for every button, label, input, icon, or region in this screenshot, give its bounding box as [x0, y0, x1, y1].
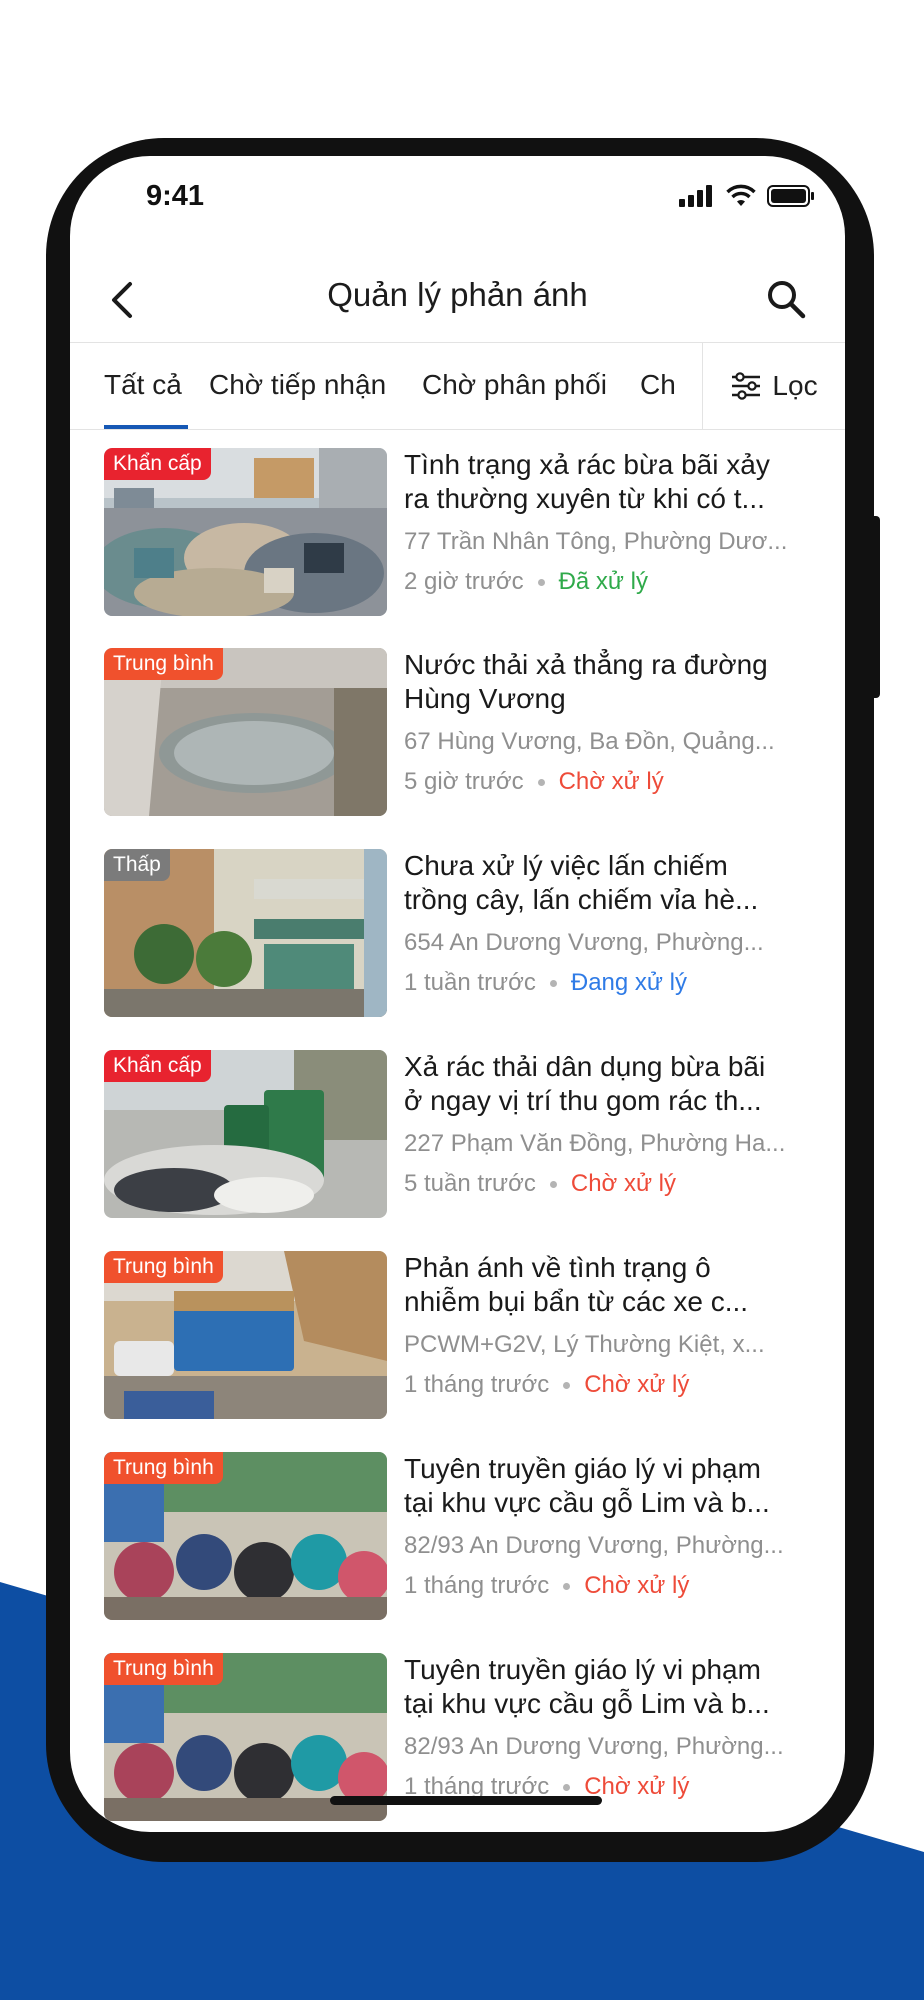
- status-label: Chờ xử lý: [584, 1572, 690, 1599]
- separator-dot: [563, 1583, 571, 1591]
- report-title-line: ở ngay vị trí thu gom rác th...: [404, 1085, 762, 1116]
- report-time: 1 tuần trước: [404, 969, 536, 996]
- report-title-line: Phản ánh về tình trạng ô: [404, 1252, 711, 1283]
- report-thumbnail: Trung bình: [104, 1452, 387, 1620]
- report-address: 77 Trần Nhân Tông, Phường Dươ...: [404, 528, 788, 555]
- tab-waiting-receipt[interactable]: Chờ tiếp nhận: [209, 343, 386, 429]
- report-address: 82/93 An Dương Vương, Phường...: [404, 1532, 784, 1559]
- priority-badge: Trung bình: [104, 648, 223, 680]
- report-thumbnail: Khẩn cấp: [104, 1050, 387, 1218]
- status-label: Đang xử lý: [570, 969, 687, 996]
- report-title: Tuyên truyền giáo lý vi phạm tại khu vực…: [404, 1452, 816, 1520]
- report-meta: 1 tháng trước Chờ xử lý: [404, 1572, 689, 1600]
- priority-badge: Khẩn cấp: [104, 1050, 211, 1082]
- separator-dot: [549, 980, 557, 988]
- battery-icon: [767, 185, 814, 207]
- separator-dot: [537, 779, 545, 787]
- filter-button[interactable]: Lọc: [702, 343, 845, 429]
- status-tabs: Tất cả Chờ tiếp nhận Chờ phân phối Ch Lọ…: [70, 342, 845, 430]
- report-title: Chưa xử lý việc lấn chiếm trồng cây, lấn…: [404, 849, 816, 917]
- report-meta: 5 tuần trước Chờ xử lý: [404, 1170, 676, 1198]
- tab-next[interactable]: Ch: [640, 343, 676, 429]
- page: 9:41 Quản lý phản ánh Tất cả Chờ tiếp nh…: [0, 0, 924, 2000]
- app-header: Quản lý phản ánh: [70, 256, 845, 342]
- report-title-line: Tuyên truyền giáo lý vi phạm: [404, 1654, 761, 1685]
- tab-all[interactable]: Tất cả: [104, 343, 182, 429]
- report-thumbnail: Trung bình: [104, 1251, 387, 1419]
- report-title-line: trồng cây, lấn chiếm vỉa hè...: [404, 884, 759, 915]
- report-thumbnail: Trung bình: [104, 648, 387, 816]
- report-item[interactable]: Trung bình Phản ánh về tình trạng ô nhiễ…: [104, 1251, 824, 1419]
- tab-active-indicator: [104, 425, 188, 429]
- signal-icon: [679, 185, 712, 207]
- report-title: Xả rác thải dân dụng bừa bãi ở ngay vị t…: [404, 1050, 816, 1118]
- report-meta: 2 giờ trước Đã xử lý: [404, 568, 648, 596]
- report-title: Nước thải xả thẳng ra đường Hùng Vương: [404, 648, 816, 716]
- status-time: 9:41: [146, 180, 205, 212]
- separator-dot: [549, 1181, 557, 1189]
- tab-waiting-dispatch[interactable]: Chờ phân phối: [422, 343, 607, 429]
- report-item[interactable]: Thấp Chưa xử lý việc lấn chiếm trồng cây…: [104, 849, 824, 1017]
- report-time: 5 giờ trước: [404, 768, 524, 795]
- report-title-line: tại khu vực cầu gỗ Lim và b...: [404, 1487, 770, 1518]
- report-thumbnail: Thấp: [104, 849, 387, 1017]
- report-title-line: nhiễm bụi bẩn từ các xe c...: [404, 1286, 749, 1317]
- report-item[interactable]: Khẩn cấp Xả rác thải dân dụng bừa bãi ở …: [104, 1050, 824, 1218]
- report-item[interactable]: Trung bình Nước thải xả thẳng ra đường H…: [104, 648, 824, 816]
- report-time: 2 giờ trước: [404, 568, 524, 595]
- report-address: 82/93 An Dương Vương, Phường...: [404, 1733, 784, 1760]
- priority-badge: Thấp: [104, 849, 170, 881]
- phone-side-button: [872, 516, 880, 698]
- report-title-line: ra thường xuyên từ khi có t...: [404, 483, 765, 514]
- status-label: Chờ xử lý: [558, 768, 664, 795]
- wifi-icon: [726, 184, 756, 206]
- status-label: Chờ xử lý: [570, 1170, 677, 1197]
- report-time: 5 tuần trước: [404, 1170, 536, 1197]
- priority-badge: Trung bình: [104, 1251, 223, 1283]
- report-title-line: Tình trạng xả rác bừa bãi xảy: [404, 449, 770, 480]
- status-label: Đã xử lý: [558, 568, 648, 595]
- separator-dot: [537, 579, 545, 587]
- report-address: 67 Hùng Vương, Ba Đồn, Quảng...: [404, 728, 775, 755]
- status-icons: [679, 184, 815, 208]
- priority-badge: Khẩn cấp: [104, 448, 211, 480]
- report-address: 654 An Dương Vương, Phường...: [404, 929, 764, 956]
- report-title-line: Chưa xử lý việc lấn chiếm: [404, 850, 728, 881]
- report-address: 227 Phạm Văn Đồng, Phường Ha...: [404, 1130, 786, 1157]
- separator-dot: [563, 1784, 571, 1792]
- report-address: PCWM+G2V, Lý Thường Kiệt, x...: [404, 1331, 765, 1358]
- report-title-line: tại khu vực cầu gỗ Lim và b...: [404, 1688, 770, 1719]
- home-indicator[interactable]: [330, 1796, 602, 1805]
- priority-badge: Trung bình: [104, 1653, 223, 1685]
- sliders-icon: [732, 372, 761, 400]
- report-thumbnail: Khẩn cấp: [104, 448, 387, 616]
- status-label: Chờ xử lý: [584, 1371, 690, 1398]
- page-title: Quản lý phản ánh: [327, 276, 588, 313]
- report-item[interactable]: Trung bình Tuyên truyền giáo lý vi phạm …: [104, 1452, 824, 1620]
- phone-screen: 9:41 Quản lý phản ánh Tất cả Chờ tiếp nh…: [70, 156, 845, 1832]
- report-time: 1 tháng trước: [404, 1371, 550, 1398]
- priority-badge: Trung bình: [104, 1452, 223, 1484]
- report-title-line: Hùng Vương: [404, 683, 566, 714]
- search-icon[interactable]: [763, 276, 809, 322]
- separator-dot: [563, 1382, 571, 1390]
- filter-label: Lọc: [772, 370, 818, 401]
- report-meta: 1 tuần trước Đang xử lý: [404, 969, 687, 997]
- report-title: Tình trạng xả rác bừa bãi xảy ra thường …: [404, 448, 816, 516]
- report-title-line: Nước thải xả thẳng ra đường: [404, 649, 768, 680]
- report-title: Tuyên truyền giáo lý vi phạm tại khu vực…: [404, 1653, 816, 1721]
- tabs-scroll[interactable]: Tất cả Chờ tiếp nhận Chờ phân phối Ch: [70, 343, 700, 429]
- report-item[interactable]: Khẩn cấp Tình trạng xả rác bừa bãi xảy r…: [104, 448, 824, 616]
- report-meta: 1 tháng trước Chờ xử lý: [404, 1371, 689, 1399]
- report-title: Phản ánh về tình trạng ô nhiễm bụi bẩn t…: [404, 1251, 816, 1319]
- status-bar: 9:41: [70, 156, 845, 236]
- report-meta: 5 giờ trước Chờ xử lý: [404, 768, 664, 796]
- report-title-line: Tuyên truyền giáo lý vi phạm: [404, 1453, 761, 1484]
- report-title-line: Xả rác thải dân dụng bừa bãi: [404, 1051, 766, 1082]
- report-time: 1 tháng trước: [404, 1572, 550, 1599]
